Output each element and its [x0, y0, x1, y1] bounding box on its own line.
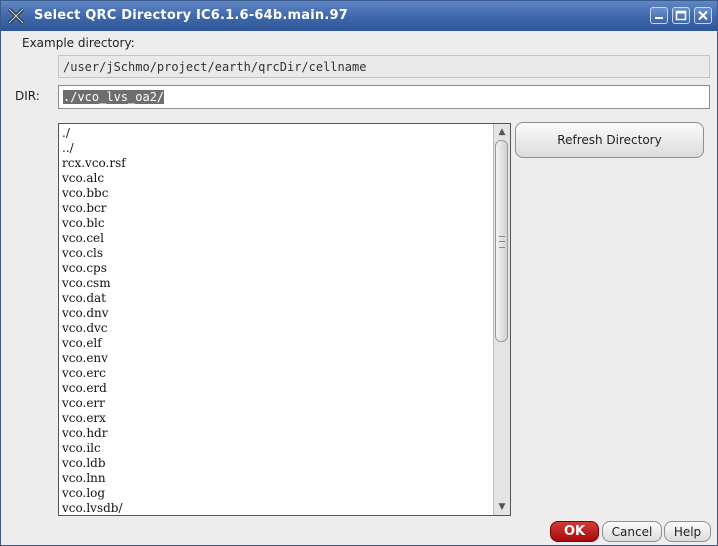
directory-list: ./ ../ rcx.vco.rsf vco.alc vco.bbc vco.b… — [62, 126, 126, 515]
scrollbar-thumb[interactable] — [495, 140, 508, 342]
list-item[interactable]: vco.erd — [62, 381, 126, 396]
minimize-button[interactable] — [650, 7, 668, 24]
list-item[interactable]: vco.erx — [62, 411, 126, 426]
list-item[interactable]: vco.env — [62, 351, 126, 366]
list-item[interactable]: vco.ilc — [62, 441, 126, 456]
list-item[interactable]: ./ — [62, 126, 126, 141]
dialog-window: Select QRC Directory IC6.1.6-64b.main.97… — [0, 0, 718, 546]
list-item[interactable]: vco.bcr — [62, 201, 126, 216]
dir-label: DIR: — [15, 89, 40, 103]
list-item[interactable]: vco.blc — [62, 216, 126, 231]
scroll-up-arrow-icon[interactable]: ▲ — [496, 126, 508, 138]
directory-listbox[interactable]: ./ ../ rcx.vco.rsf vco.alc vco.bbc vco.b… — [58, 123, 511, 516]
list-item[interactable]: vco.lvsdb/ — [62, 501, 126, 515]
dir-input[interactable]: ./vco_lvs_oa2/ — [58, 85, 710, 109]
close-icon — [698, 10, 708, 21]
minimize-icon — [655, 17, 663, 19]
list-item[interactable]: vco.bbc — [62, 186, 126, 201]
window-title: Select QRC Directory IC6.1.6-64b.main.97 — [34, 8, 348, 23]
list-item[interactable]: vco.dnv — [62, 306, 126, 321]
cancel-button[interactable]: Cancel — [602, 521, 662, 542]
grip-icon — [499, 236, 505, 248]
list-item[interactable]: vco.lnn — [62, 471, 126, 486]
list-item[interactable]: vco.dat — [62, 291, 126, 306]
maximize-icon — [675, 10, 687, 21]
vertical-scrollbar[interactable]: ▲ ▼ — [493, 124, 510, 515]
example-directory-value: /user/jSchmo/project/earth/qrcDir/cellna… — [58, 55, 710, 78]
app-icon — [7, 7, 25, 25]
list-item[interactable]: ../ — [62, 141, 126, 156]
maximize-button[interactable] — [672, 7, 690, 24]
list-item[interactable]: vco.elf — [62, 336, 126, 351]
list-item[interactable]: vco.cls — [62, 246, 126, 261]
ok-button[interactable]: OK — [550, 521, 599, 542]
list-item[interactable]: rcx.vco.rsf — [62, 156, 126, 171]
close-button[interactable] — [694, 7, 712, 24]
list-item[interactable]: vco.erc — [62, 366, 126, 381]
list-item[interactable]: vco.alc — [62, 171, 126, 186]
dir-input-selected-text: ./vco_lvs_oa2/ — [63, 90, 165, 104]
list-item[interactable]: vco.csm — [62, 276, 126, 291]
example-directory-label: Example directory: — [22, 36, 135, 50]
refresh-directory-button[interactable]: Refresh Directory — [515, 122, 704, 158]
list-item[interactable]: vco.err — [62, 396, 126, 411]
scroll-down-arrow-icon[interactable]: ▼ — [496, 501, 508, 513]
list-item[interactable]: vco.hdr — [62, 426, 126, 441]
list-item[interactable]: vco.ldb — [62, 456, 126, 471]
help-button[interactable]: Help — [664, 521, 711, 542]
list-item[interactable]: vco.log — [62, 486, 126, 501]
list-item[interactable]: vco.dvc — [62, 321, 126, 336]
list-item[interactable]: vco.cps — [62, 261, 126, 276]
title-bar[interactable]: Select QRC Directory IC6.1.6-64b.main.97 — [1, 1, 717, 31]
list-item[interactable]: vco.cel — [62, 231, 126, 246]
